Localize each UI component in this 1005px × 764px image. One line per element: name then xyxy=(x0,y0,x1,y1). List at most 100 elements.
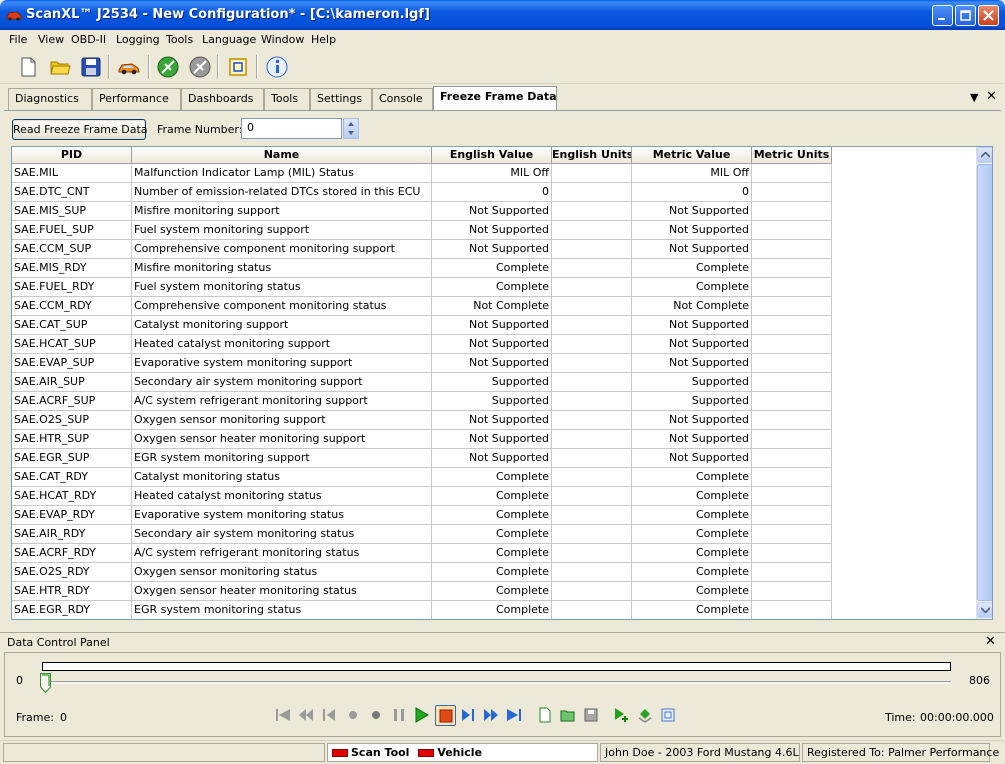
disconnect-button[interactable] xyxy=(187,54,213,80)
about-button[interactable] xyxy=(264,54,290,80)
maximize-button[interactable] xyxy=(955,5,976,26)
col-english-units-cell xyxy=(552,259,632,278)
tab-performance[interactable]: Performance xyxy=(92,88,181,110)
data-control-panel-header: Data Control Panel ✕ xyxy=(0,632,1005,651)
tab-diagnostics[interactable]: Diagnostics xyxy=(8,88,92,110)
vertical-scrollbar[interactable] xyxy=(976,147,992,619)
frame-slider-track[interactable] xyxy=(42,681,951,684)
table-row[interactable]: SAE.FUEL_RDY Fuel system monitoring statu… xyxy=(12,278,832,297)
last-frame-button[interactable] xyxy=(505,706,523,724)
table-row[interactable]: SAE.EVAP_RDY Evaporative system monitorin… xyxy=(12,506,832,525)
stop-button[interactable] xyxy=(435,705,456,726)
table-row[interactable]: SAE.HCAT_RDY Heated catalyst monitoring s… xyxy=(12,487,832,506)
scroll-down-button[interactable] xyxy=(977,602,992,618)
tab-freeze-frame-data[interactable]: Freeze Frame Data xyxy=(433,86,557,111)
add-marker-button[interactable] xyxy=(613,706,631,724)
table-row[interactable]: SAE.AIR_SUP Secondary air system monitori… xyxy=(12,373,832,392)
close-button[interactable] xyxy=(978,5,999,26)
table-row[interactable]: SAE.CCM_SUP Comprehensive component monit… xyxy=(12,240,832,259)
tab-tools[interactable]: Tools xyxy=(264,88,310,110)
table-row[interactable]: SAE.AIR_RDY Secondary air system monitori… xyxy=(12,525,832,544)
step-back-button[interactable] xyxy=(320,706,338,724)
table-row[interactable]: SAE.ACRF_SUP A/C system refrigerant monit… xyxy=(12,392,832,411)
first-icon xyxy=(276,709,290,721)
first-frame-button[interactable] xyxy=(274,706,292,724)
table-row[interactable]: SAE.FUEL_SUP Fuel system monitoring suppo… xyxy=(12,221,832,240)
table-row[interactable]: SAE.HTR_SUP Oxygen sensor heater monitori… xyxy=(12,430,832,449)
col-metric-value-cell: 0 xyxy=(632,183,752,202)
open-log-icon xyxy=(560,710,575,722)
table-row[interactable]: SAE.CCM_RDY Comprehensive component monit… xyxy=(12,297,832,316)
table-row[interactable]: SAE.MIL Malfunction Indicator Lamp (MIL) … xyxy=(12,164,832,183)
tab-console[interactable]: Console xyxy=(372,88,433,110)
open-log-button[interactable] xyxy=(559,706,577,724)
menu-language[interactable]: Language xyxy=(202,33,256,46)
pause-button[interactable] xyxy=(390,706,408,724)
col-metric-units-header[interactable]: Metric Units xyxy=(752,147,832,164)
save-log-button[interactable] xyxy=(582,706,600,724)
table-row[interactable]: SAE.O2S_SUP Oxygen sensor monitoring supp… xyxy=(12,411,832,430)
fast-forward-button[interactable] xyxy=(482,706,500,724)
capture-button[interactable] xyxy=(225,54,251,80)
export-button[interactable] xyxy=(636,706,654,724)
frame-number-input[interactable]: 0 xyxy=(241,118,342,139)
tab-settings[interactable]: Settings xyxy=(310,88,372,110)
scroll-thumb[interactable] xyxy=(977,164,992,601)
vehicle-button[interactable] xyxy=(116,54,142,80)
col-english-value-cell: MIL Off xyxy=(432,164,552,183)
table-row[interactable]: SAE.CAT_RDY Catalyst monitoring status Com… xyxy=(12,468,832,487)
menu-view[interactable]: View xyxy=(38,33,64,46)
col-metric-value-cell: Not Supported xyxy=(632,240,752,259)
connect-button[interactable] xyxy=(155,54,181,80)
title-bar[interactable]: ScanXL™ J2534 - New Configuration* - [C:… xyxy=(0,0,1005,30)
table-row[interactable]: SAE.EVAP_SUP Evaporative system monitorin… xyxy=(12,354,832,373)
minimize-button[interactable] xyxy=(932,5,953,26)
rewind-button[interactable] xyxy=(297,706,315,724)
step-forward-button[interactable] xyxy=(459,706,477,724)
col-name-header[interactable]: Name xyxy=(132,147,432,164)
table-row[interactable]: SAE.CAT_SUP Catalyst monitoring support No… xyxy=(12,316,832,335)
scroll-up-button[interactable] xyxy=(977,147,992,163)
table-row[interactable]: SAE.EGR_RDY EGR system monitoring status C… xyxy=(12,601,832,619)
col-pid-header[interactable]: PID xyxy=(12,147,132,164)
menu-help[interactable]: Help xyxy=(311,33,336,46)
tab-dashboards[interactable]: Dashboards xyxy=(181,88,264,110)
table-row[interactable]: SAE.MIS_RDY Misfire monitoring status Comp… xyxy=(12,259,832,278)
col-metric-units-cell xyxy=(752,506,832,525)
col-pid-cell: SAE.AIR_RDY xyxy=(12,525,132,544)
frame-number-spinner[interactable] xyxy=(343,118,359,139)
col-english-value-cell: Not Supported xyxy=(432,202,552,221)
table-row[interactable]: SAE.MIS_SUP Misfire monitoring support Not… xyxy=(12,202,832,221)
read-freeze-frame-button[interactable]: Read Freeze Frame Data xyxy=(12,119,148,140)
play-button[interactable] xyxy=(413,706,431,724)
menu-logging[interactable]: Logging xyxy=(116,33,160,46)
frame-slider-thumb[interactable] xyxy=(40,673,51,693)
col-english-units-header[interactable]: English Units xyxy=(552,147,632,164)
table-row[interactable]: SAE.ACRF_RDY A/C system refrigerant monit… xyxy=(12,544,832,563)
menu-tools[interactable]: Tools xyxy=(166,33,193,46)
col-english-value-cell: Complete xyxy=(432,468,552,487)
open-button[interactable] xyxy=(47,54,73,80)
menu-window[interactable]: Window xyxy=(261,33,304,46)
new-log-button[interactable] xyxy=(536,706,554,724)
snapshot-button[interactable] xyxy=(659,706,677,724)
col-metric-value-header[interactable]: Metric Value xyxy=(632,147,752,164)
panel-close-icon[interactable]: ✕ xyxy=(985,634,996,649)
menu-file[interactable]: File xyxy=(9,33,27,46)
menu-obd-ii[interactable]: OBD-II xyxy=(71,33,106,46)
table-row[interactable]: SAE.O2S_RDY Oxygen sensor monitoring stat… xyxy=(12,563,832,582)
chevron-up-icon xyxy=(980,152,990,158)
tab-list-chevron-down-icon[interactable]: ▼ xyxy=(970,91,978,104)
table-row[interactable]: SAE.HCAT_SUP Heated catalyst monitoring s… xyxy=(12,335,832,354)
save-button[interactable] xyxy=(78,54,104,80)
table-row[interactable]: SAE.DTC_CNT Number of emission-related DT… xyxy=(12,183,832,202)
save-icon xyxy=(81,57,101,77)
table-row[interactable]: SAE.HTR_RDY Oxygen sensor heater monitori… xyxy=(12,582,832,601)
tab-close-icon[interactable]: ✕ xyxy=(986,89,997,104)
stop-marker-button[interactable] xyxy=(344,706,362,724)
col-pid-cell: SAE.CCM_RDY xyxy=(12,297,132,316)
new-button[interactable] xyxy=(15,54,41,80)
record-button[interactable] xyxy=(367,706,385,724)
col-english-value-header[interactable]: English Value xyxy=(432,147,552,164)
table-row[interactable]: SAE.EGR_SUP EGR system monitoring support… xyxy=(12,449,832,468)
